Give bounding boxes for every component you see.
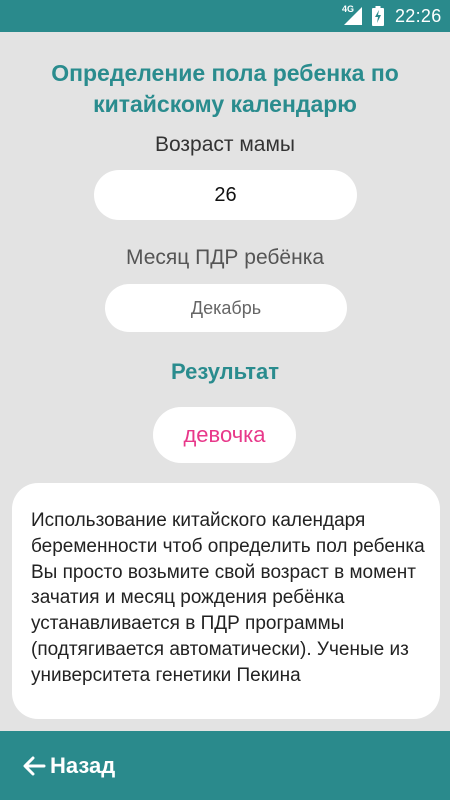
clock: 22:26 xyxy=(395,6,442,26)
due-month-label: Месяц ПДР ребёнка xyxy=(125,246,325,269)
status-bar: 4G 22:26 xyxy=(0,0,450,32)
result-value: девочка xyxy=(153,407,296,463)
back-button[interactable]: Назад xyxy=(22,749,115,783)
description-text: Использование китайского календаря берем… xyxy=(31,510,425,686)
arrow-left-icon xyxy=(23,756,46,776)
page-title-line-1: Определение пола ребенка по xyxy=(51,60,399,86)
network-type: 4G xyxy=(342,4,355,14)
mother-age-field[interactable]: 26 xyxy=(94,170,357,220)
page-title: Определение пола ребенка по китайскому к… xyxy=(0,58,450,120)
due-month-field[interactable]: Декабрь xyxy=(105,284,347,332)
back-label: Назад xyxy=(50,753,116,778)
result-heading: Результат xyxy=(170,359,280,384)
battery-charging-icon xyxy=(372,6,384,26)
bottom-bar: Назад xyxy=(0,731,450,800)
mother-age-label: Возраст мамы xyxy=(154,133,296,156)
page-title-line-2: китайскому календарю xyxy=(93,91,357,117)
description-card[interactable]: Использование китайского календаря берем… xyxy=(12,483,440,719)
